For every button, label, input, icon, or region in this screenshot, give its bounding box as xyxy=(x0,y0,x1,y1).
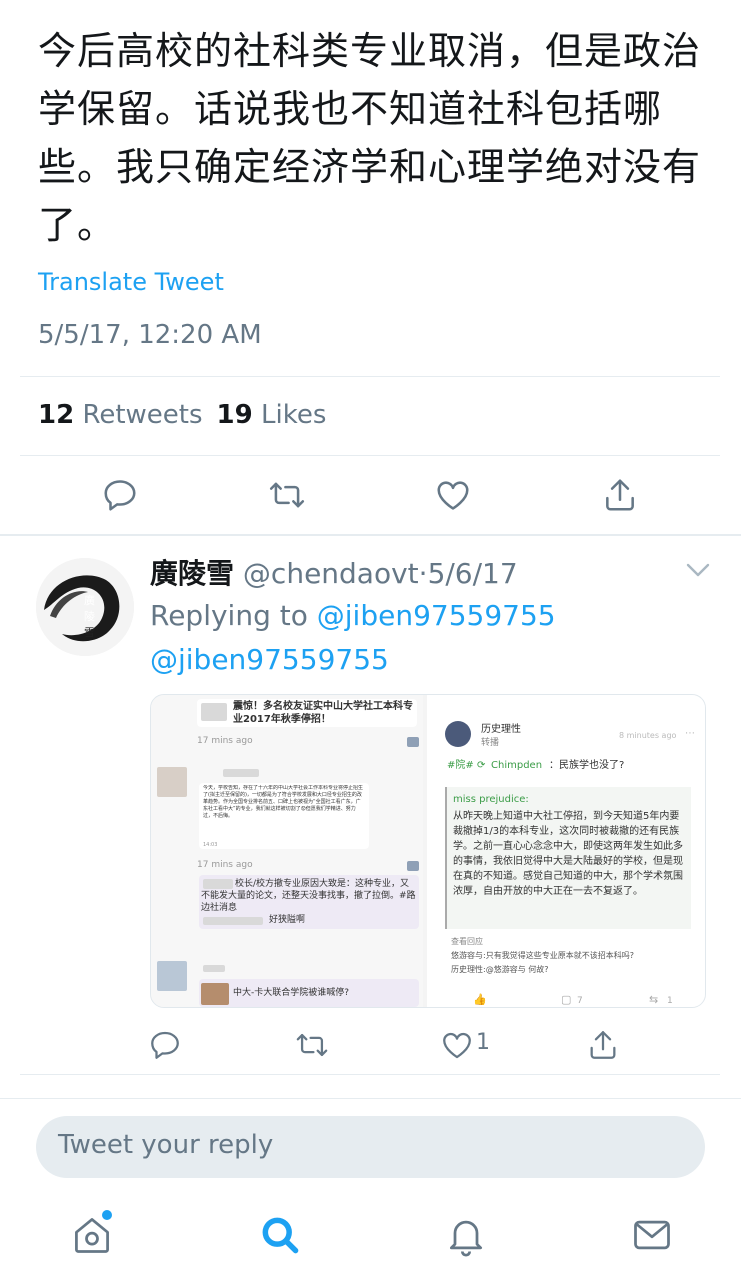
retweet-icon[interactable] xyxy=(262,470,312,520)
reply-input-placeholder: Tweet your reply xyxy=(58,1130,274,1160)
screenshot-left-pane: 震惊！多名校友证实中山大学社工本科专业2017年秋季停招！ 17 mins ag… xyxy=(151,695,423,1007)
reply-header: 廣陵雪 @chendaovt·5/6/17 xyxy=(150,552,518,592)
comment: 校长/校方撤专业原因大致是：这种专业，又不能发大量的论文，还整天没事找事，撤了拉… xyxy=(201,879,416,913)
separator: · xyxy=(418,557,428,590)
quote-body: 从昨天晚上知道中大社工停招，到今天知道5年内要裁撤掉1/3的本科专业，这次同时被… xyxy=(453,811,683,897)
post-headline: 震惊！多名校友证实中山大学社工本科专业2017年秋季停招！ xyxy=(233,701,413,725)
share-icon[interactable] xyxy=(578,1020,628,1070)
reply-date[interactable]: 5/6/17 xyxy=(428,557,518,590)
pane-subtitle: 转播 xyxy=(481,738,500,748)
user-handle[interactable]: @chendaovt xyxy=(243,557,419,590)
divider xyxy=(20,455,720,456)
search-icon[interactable] xyxy=(258,1213,302,1257)
reply-input[interactable]: Tweet your reply xyxy=(36,1116,705,1178)
pane-repost-count: 1 xyxy=(667,996,673,1006)
retweets-label[interactable]: Retweets xyxy=(82,400,202,430)
svg-text:陵: 陵 xyxy=(84,610,95,623)
link-card-title: 中大-卡大联合学院被谁喊停? xyxy=(233,988,350,998)
bottom-tab-bar xyxy=(0,1195,741,1280)
share-icon[interactable] xyxy=(595,470,645,520)
pane-comment-count: 7 xyxy=(577,996,583,1006)
divider xyxy=(20,376,720,377)
likes-count[interactable]: 19 xyxy=(217,400,253,430)
divider xyxy=(0,534,741,536)
retweets-count[interactable]: 12 xyxy=(38,400,74,430)
translate-tweet-link[interactable]: Translate Tweet xyxy=(38,268,224,296)
attached-image[interactable]: 震惊！多名校友证实中山大学社工本科专业2017年秋季停招！ 17 mins ag… xyxy=(150,694,706,1008)
tweet-action-bar xyxy=(0,470,741,520)
divider xyxy=(0,1098,741,1099)
divider xyxy=(20,1074,720,1075)
screenshot-right-pane: 历史理性 转播 8 minutes ago ⋯ #院# ⟳ Chimpden ：… xyxy=(427,695,705,1007)
svg-text:雪: 雪 xyxy=(84,626,95,639)
replying-handle[interactable]: @jiben97559755 xyxy=(150,643,389,676)
replying-handle[interactable]: @jiben97559755 xyxy=(317,599,556,632)
reply-icon[interactable] xyxy=(140,1020,190,1070)
reply-icon[interactable] xyxy=(95,470,145,520)
retweet-icon[interactable] xyxy=(287,1020,337,1070)
heart-icon[interactable] xyxy=(432,1020,482,1070)
tweet-timestamp: 5/5/17, 12:20 AM xyxy=(38,320,262,350)
chevron-down-icon[interactable] xyxy=(684,560,712,580)
post-body-time: 14:03 xyxy=(203,842,218,848)
replies-label: 查看回应 xyxy=(451,937,483,946)
like-count: 1 xyxy=(476,1030,490,1055)
comment: 好狭隘啊 xyxy=(269,915,306,925)
svg-text:廣: 廣 xyxy=(84,593,95,607)
post-time: 17 mins ago xyxy=(197,860,253,870)
pane-question: ：民族学也没了? xyxy=(549,760,625,771)
replying-prefix: Replying to xyxy=(150,599,308,632)
pane-mention: Chimpden xyxy=(491,760,543,771)
reply-action-bar: 1 xyxy=(0,1020,741,1070)
pane-user-name: 历史理性 xyxy=(481,724,521,735)
post-time: 17 mins ago xyxy=(197,736,253,746)
replying-to: Replying to @jiben97559755 @jiben9755975… xyxy=(150,594,710,682)
ink-brush-avatar-icon: 廣 陵 雪 xyxy=(36,558,134,656)
comment-icon: ▢ xyxy=(561,993,572,1006)
display-name[interactable]: 廣陵雪 xyxy=(150,557,234,590)
like-icon: 👍 xyxy=(473,993,487,1006)
tweet-text: 今后高校的社科类专业取消，但是政治学保留。话说我也不知道社科包括哪些。我只确定经… xyxy=(38,29,702,247)
pane-tag: #院# xyxy=(447,760,474,771)
pane-time: 8 minutes ago xyxy=(619,731,677,740)
pane-reply: 历史理性:@悠游容与 何故? xyxy=(451,965,549,974)
avatar[interactable]: 廣 陵 雪 xyxy=(36,558,134,656)
likes-label[interactable]: Likes xyxy=(261,400,326,430)
heart-icon[interactable] xyxy=(428,470,478,520)
bell-icon[interactable] xyxy=(444,1213,488,1257)
repost-icon: ⇆ xyxy=(649,993,659,1006)
notification-dot xyxy=(102,1210,112,1220)
tweet-stats: 12 Retweets 19 Likes xyxy=(38,400,326,430)
quote-user: miss prejudice: xyxy=(453,794,529,805)
mail-icon[interactable] xyxy=(630,1213,674,1257)
pane-reply: 悠游容与:只有我觉得这些专业原本就不该招本科吗? xyxy=(451,951,634,960)
post-body: 今天，学校告知，存在了十六年的中山大学社会工作本科专业将停止招生了(拟主迁至保留… xyxy=(203,785,364,819)
